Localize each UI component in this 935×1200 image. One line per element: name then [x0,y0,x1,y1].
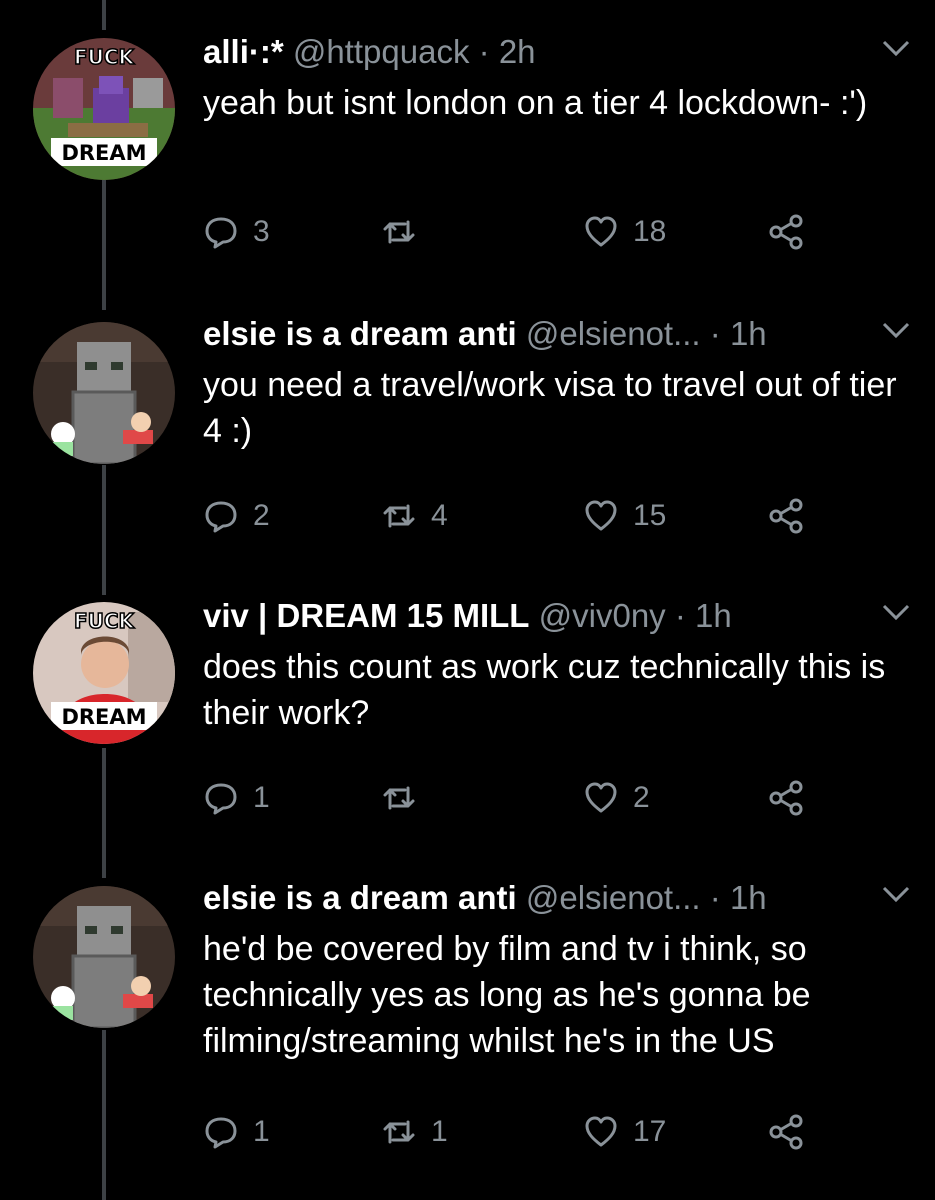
thread-line [102,1030,106,1200]
tweet-header: viv | DREAM 15 MILL @viv0ny · 1h [203,596,903,636]
reply-icon [205,501,237,533]
reply-icon [205,1117,237,1149]
like-icon [585,216,617,247]
thread-line [102,748,106,878]
like-icon [585,1116,617,1147]
share-icon [769,498,803,534]
tweet-actions: 1 2 [203,778,823,818]
timestamp[interactable]: 1h [730,315,767,352]
like-button[interactable]: 15 [583,496,666,536]
display-name[interactable]: elsie is a dream anti [203,879,517,916]
share-button[interactable] [768,778,804,818]
retweet-icon [383,786,415,810]
tweet-header: elsie is a dream anti @elsienot... · 1h [203,314,903,354]
tweet-text: you need a travel/work visa to travel ou… [203,366,897,450]
like-icon [585,782,617,813]
svg-text:DREAM: DREAM [61,705,146,729]
retweet-button[interactable]: 1 [381,1112,448,1152]
avatar[interactable] [33,322,175,464]
tweet[interactable]: viv | DREAM 15 MILL @viv0ny · 1h does th… [203,596,910,736]
like-count: 15 [633,499,667,532]
reply-count: 3 [253,215,270,248]
avatar[interactable]: FUCK DREAM [33,602,175,744]
tweet[interactable]: alli·:* @httpquack · 2h yeah but isnt lo… [203,32,910,126]
tweet-header: alli·:* @httpquack · 2h [203,32,903,72]
like-button[interactable]: 2 [583,778,650,818]
reply-button[interactable]: 1 [203,778,270,818]
user-handle[interactable]: @elsienot... [526,315,701,352]
chevron-down-icon[interactable] [881,320,911,340]
reply-icon [205,217,237,249]
like-count: 18 [633,215,667,248]
share-icon [769,1114,803,1150]
user-handle[interactable]: @viv0ny [539,597,666,634]
tweet-text: does this count as work cuz technically … [203,648,886,732]
share-button[interactable] [768,496,804,536]
separator: · [674,597,686,634]
thread-line [102,465,106,595]
reply-count: 1 [253,781,270,814]
retweet-icon [383,220,415,244]
tweet[interactable]: elsie is a dream anti @elsienot... · 1h … [203,314,910,454]
retweet-button[interactable]: 4 [381,496,448,536]
like-count: 2 [633,781,650,814]
retweet-count: 1 [431,1115,448,1148]
like-button[interactable]: 17 [583,1112,666,1152]
thread-line [102,180,106,310]
user-handle[interactable]: @elsienot... [526,879,701,916]
like-button[interactable]: 18 [583,212,666,252]
share-button[interactable] [768,212,804,252]
thread-line [102,0,106,30]
timestamp[interactable]: 1h [695,597,732,634]
reply-count: 1 [253,1115,270,1148]
retweet-button[interactable] [381,778,431,818]
reply-button[interactable]: 1 [203,1112,270,1152]
display-name[interactable]: alli·:* [203,33,284,70]
reply-icon [205,783,237,815]
retweet-icon [383,1120,415,1144]
avatar[interactable]: FUCK DREAM [33,38,175,180]
tweet-text: he'd be covered by film and tv i think, … [203,930,811,1060]
display-name[interactable]: viv | DREAM 15 MILL [203,597,529,634]
timestamp[interactable]: 2h [499,33,536,70]
user-handle[interactable]: @httpquack [293,33,470,70]
svg-text:DREAM: DREAM [61,141,146,165]
tweet[interactable]: elsie is a dream anti @elsienot... · 1h … [203,878,910,1064]
chevron-down-icon[interactable] [881,38,911,58]
share-icon [769,780,803,816]
tweet-actions: 1 1 17 [203,1112,823,1152]
chevron-down-icon[interactable] [881,602,911,622]
reply-button[interactable]: 2 [203,496,270,536]
svg-text:FUCK: FUCK [74,45,136,69]
reply-count: 2 [253,499,270,532]
tweet-header: elsie is a dream anti @elsienot... · 1h [203,878,903,918]
retweet-icon [383,504,415,528]
svg-text:FUCK: FUCK [74,609,136,633]
tweet-actions: 2 4 15 [203,496,823,536]
tweet-text: yeah but isnt london on a tier 4 lockdow… [203,84,868,122]
display-name[interactable]: elsie is a dream anti [203,315,517,352]
reply-button[interactable]: 3 [203,212,270,252]
like-icon [585,500,617,531]
separator: · [478,33,490,70]
separator: · [709,315,721,352]
retweet-button[interactable] [381,212,431,252]
retweet-count: 4 [431,499,448,532]
tweet-actions: 3 18 [203,212,823,252]
share-button[interactable] [768,1112,804,1152]
avatar[interactable] [33,886,175,1028]
share-icon [769,214,803,250]
like-count: 17 [633,1115,667,1148]
timestamp[interactable]: 1h [730,879,767,916]
separator: · [709,879,721,916]
chevron-down-icon[interactable] [881,884,911,904]
